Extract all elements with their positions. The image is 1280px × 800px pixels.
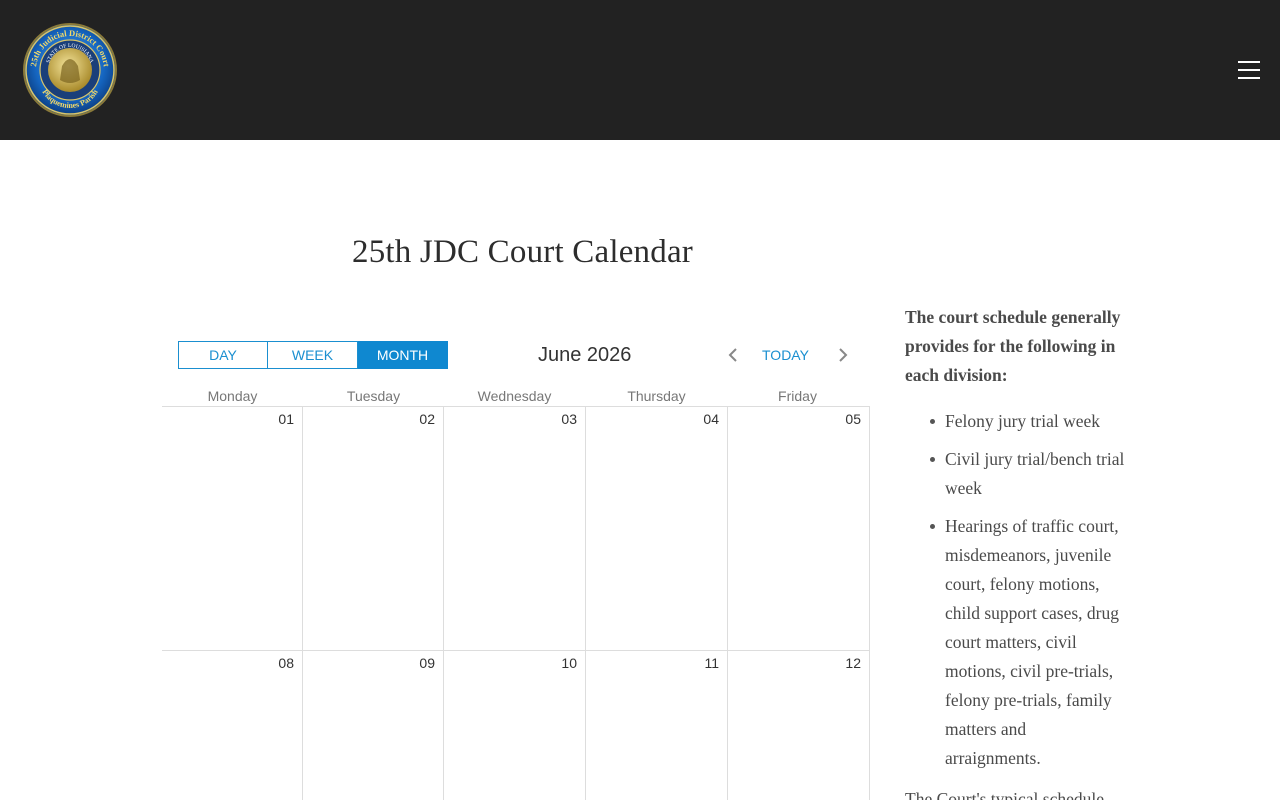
month-view-button[interactable]: MONTH <box>358 341 448 369</box>
view-switcher: DAY WEEK MONTH <box>178 341 448 369</box>
day-cell[interactable]: 05 <box>728 407 870 651</box>
day-cell[interactable]: 03 <box>444 407 586 651</box>
day-number: 01 <box>278 411 294 427</box>
weekday-header-wednesday: Wednesday <box>477 388 552 404</box>
month-grid: 01 02 03 04 05 08 09 10 11 12 <box>162 406 870 800</box>
day-number: 10 <box>561 655 577 671</box>
day-number: 12 <box>845 655 861 671</box>
page-title: 25th JDC Court Calendar <box>352 234 693 270</box>
day-cell[interactable]: 02 <box>303 407 444 651</box>
hamburger-menu-icon[interactable] <box>1236 58 1262 82</box>
day-view-button[interactable]: DAY <box>178 341 268 369</box>
weekday-header-tuesday: Tuesday <box>346 388 401 404</box>
day-cell[interactable]: 12 <box>728 651 870 800</box>
day-number: 03 <box>561 411 577 427</box>
weekday-header-friday: Friday <box>778 388 817 404</box>
day-number: 04 <box>703 411 719 427</box>
day-cell[interactable]: 08 <box>162 651 303 800</box>
list-item: Civil jury trial/bench trial week <box>930 445 1125 503</box>
day-number: 08 <box>278 655 294 671</box>
chevron-left-icon[interactable] <box>725 346 741 364</box>
day-cell[interactable]: 09 <box>303 651 444 800</box>
day-cell[interactable]: 11 <box>586 651 728 800</box>
schedule-outro: The Court's typical schedule <box>905 789 1105 800</box>
schedule-info-sidebar: The court schedule generally provides fo… <box>905 303 1125 800</box>
site-header: 25th Judicial District Court Plaquemines… <box>0 0 1280 140</box>
month-label: June 2026 <box>538 344 632 366</box>
day-number: 02 <box>419 411 435 427</box>
chevron-right-icon[interactable] <box>835 346 851 364</box>
week-view-button[interactable]: WEEK <box>268 341 358 369</box>
day-number: 05 <box>845 411 861 427</box>
day-number: 11 <box>704 655 719 671</box>
day-cell[interactable]: 01 <box>162 407 303 651</box>
today-button[interactable]: TODAY <box>762 347 809 363</box>
schedule-intro: The court schedule generally provides fo… <box>905 307 1121 385</box>
division-list: Felony jury trial week Civil jury trial/… <box>905 407 1125 773</box>
list-item: Felony jury trial week <box>930 407 1125 436</box>
list-item: Hearings of traffic court, misdemeanors,… <box>930 512 1125 773</box>
weekday-header-thursday: Thursday <box>627 388 686 404</box>
court-seal-logo[interactable]: 25th Judicial District Court Plaquemines… <box>22 22 118 118</box>
day-number: 09 <box>419 655 435 671</box>
weekday-header-monday: Monday <box>207 388 258 404</box>
day-cell[interactable]: 04 <box>586 407 728 651</box>
day-cell[interactable]: 10 <box>444 651 586 800</box>
